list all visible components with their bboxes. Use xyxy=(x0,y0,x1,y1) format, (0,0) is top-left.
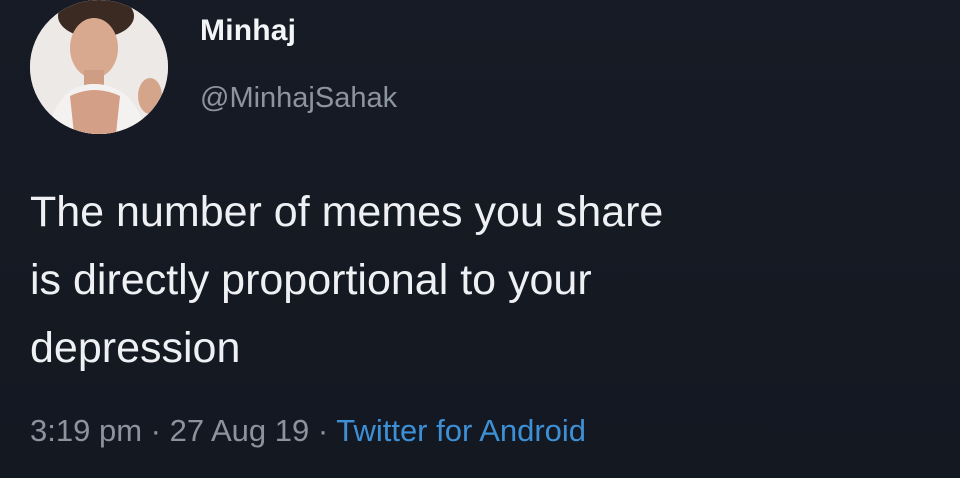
tweet-text: The number of memes you share is directl… xyxy=(30,188,664,372)
tweet-card: Minhaj @MinhajSahak The number of memes … xyxy=(0,0,960,478)
display-name[interactable]: Minhaj xyxy=(200,14,296,48)
tweet-meta: 3:19 pm · 27 Aug 19 · Twitter for Androi… xyxy=(30,413,586,449)
tweet-date[interactable]: 27 Aug 19 xyxy=(170,413,310,448)
user-handle[interactable]: @MinhajSahak xyxy=(200,82,397,115)
avatar[interactable] xyxy=(30,0,168,134)
tweet-time[interactable]: 3:19 pm xyxy=(30,413,142,448)
meta-separator: · xyxy=(309,413,337,448)
tweet-source-link[interactable]: Twitter for Android xyxy=(336,413,586,448)
profile-photo-icon xyxy=(30,0,168,134)
meta-separator: · xyxy=(142,413,170,448)
